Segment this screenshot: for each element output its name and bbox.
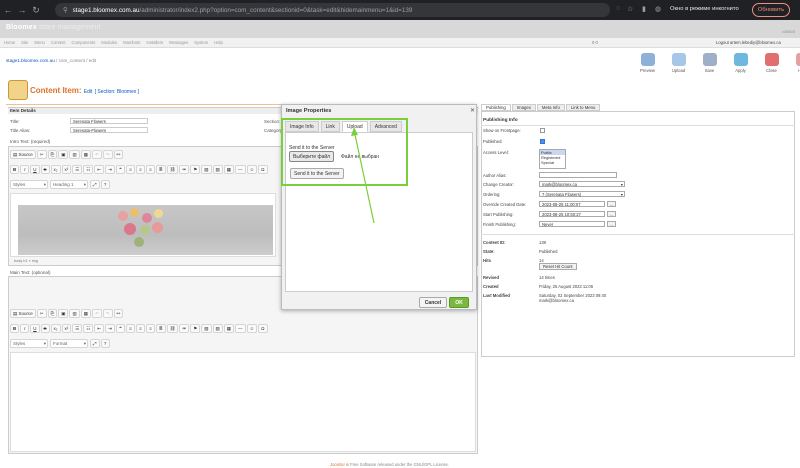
finish-publishing-input[interactable]: Never [539,221,605,227]
state-value: Published [539,249,558,254]
tab-link-to-menu[interactable]: Link to Menu [565,104,601,111]
start-publishing-label: Start Publishing: [483,212,514,217]
created-label: Created [483,284,499,289]
calendar-button[interactable]: ... [607,211,616,217]
revised-value: 14 times [539,275,555,280]
reset-hits-button[interactable]: Reset Hit Count [539,263,577,270]
hits-label: Hits [483,258,491,263]
modified-label: Last Modified [483,293,510,298]
divider [481,125,795,126]
creator-value: mark@bloomex.ca [542,182,577,187]
content-id-label: Content ID: [483,240,506,245]
footer: Joomla! is Free Software released under … [330,462,449,467]
author-alias-input[interactable] [539,172,617,178]
override-date-label: Override Created Date: [483,202,527,207]
calendar-button[interactable]: ... [607,221,616,227]
created-value: Friday, 25 August 2023 11:06 [539,284,594,289]
publishing-info-heading: Publishing Info [483,118,518,123]
published-checkbox[interactable] [540,139,545,144]
arrow-head [351,127,358,136]
chevron-down-icon: ▾ [620,182,623,187]
start-publishing-input[interactable]: 2023-08-25 10:50:27 [539,211,605,217]
footer-text: is Free Software released under the GNU/… [344,462,450,467]
calendar-button[interactable]: ... [607,201,616,207]
access-level-list[interactable]: Public Registered Special [539,149,566,169]
revised-label: Revised [483,275,500,280]
ordering-label: Ordering: [483,192,501,197]
override-date-input[interactable]: 2023-08-25 11:00:07 [539,201,605,207]
content-id-value: 139 [539,240,546,245]
arrow-line [353,129,375,224]
state-label: State: [483,249,495,254]
author-alias-label: Author Alias: [483,173,507,178]
chevron-down-icon: ▾ [620,192,623,197]
creator-select[interactable]: mark@bloomex.ca ▾ [539,181,625,187]
ordering-select[interactable]: 7 (Serenata Flowers) ▾ [539,191,625,197]
tab-publishing[interactable]: Publishing [481,104,511,111]
access-option[interactable]: Special [540,160,565,165]
access-level-label: Access Level: [483,150,509,155]
modified-by-value: mark@bloomex.ca [539,298,574,303]
finish-publishing-label: Finish Publishing: [483,222,516,227]
creator-label: Change Creator: [483,182,514,187]
footer-brand[interactable]: Joomla! [330,462,345,467]
frontpage-label: Show on Frontpage: [483,128,521,133]
ordering-value: 7 (Serenata Flowers) [542,192,582,197]
published-label: Published: [483,139,503,144]
divider [481,234,795,235]
tab-meta-info[interactable]: Meta Info [536,104,565,111]
right-tabs: Publishing Images Meta Info Link to Menu [481,104,601,111]
tab-images[interactable]: Images [511,104,536,111]
frontpage-checkbox[interactable] [540,128,545,133]
